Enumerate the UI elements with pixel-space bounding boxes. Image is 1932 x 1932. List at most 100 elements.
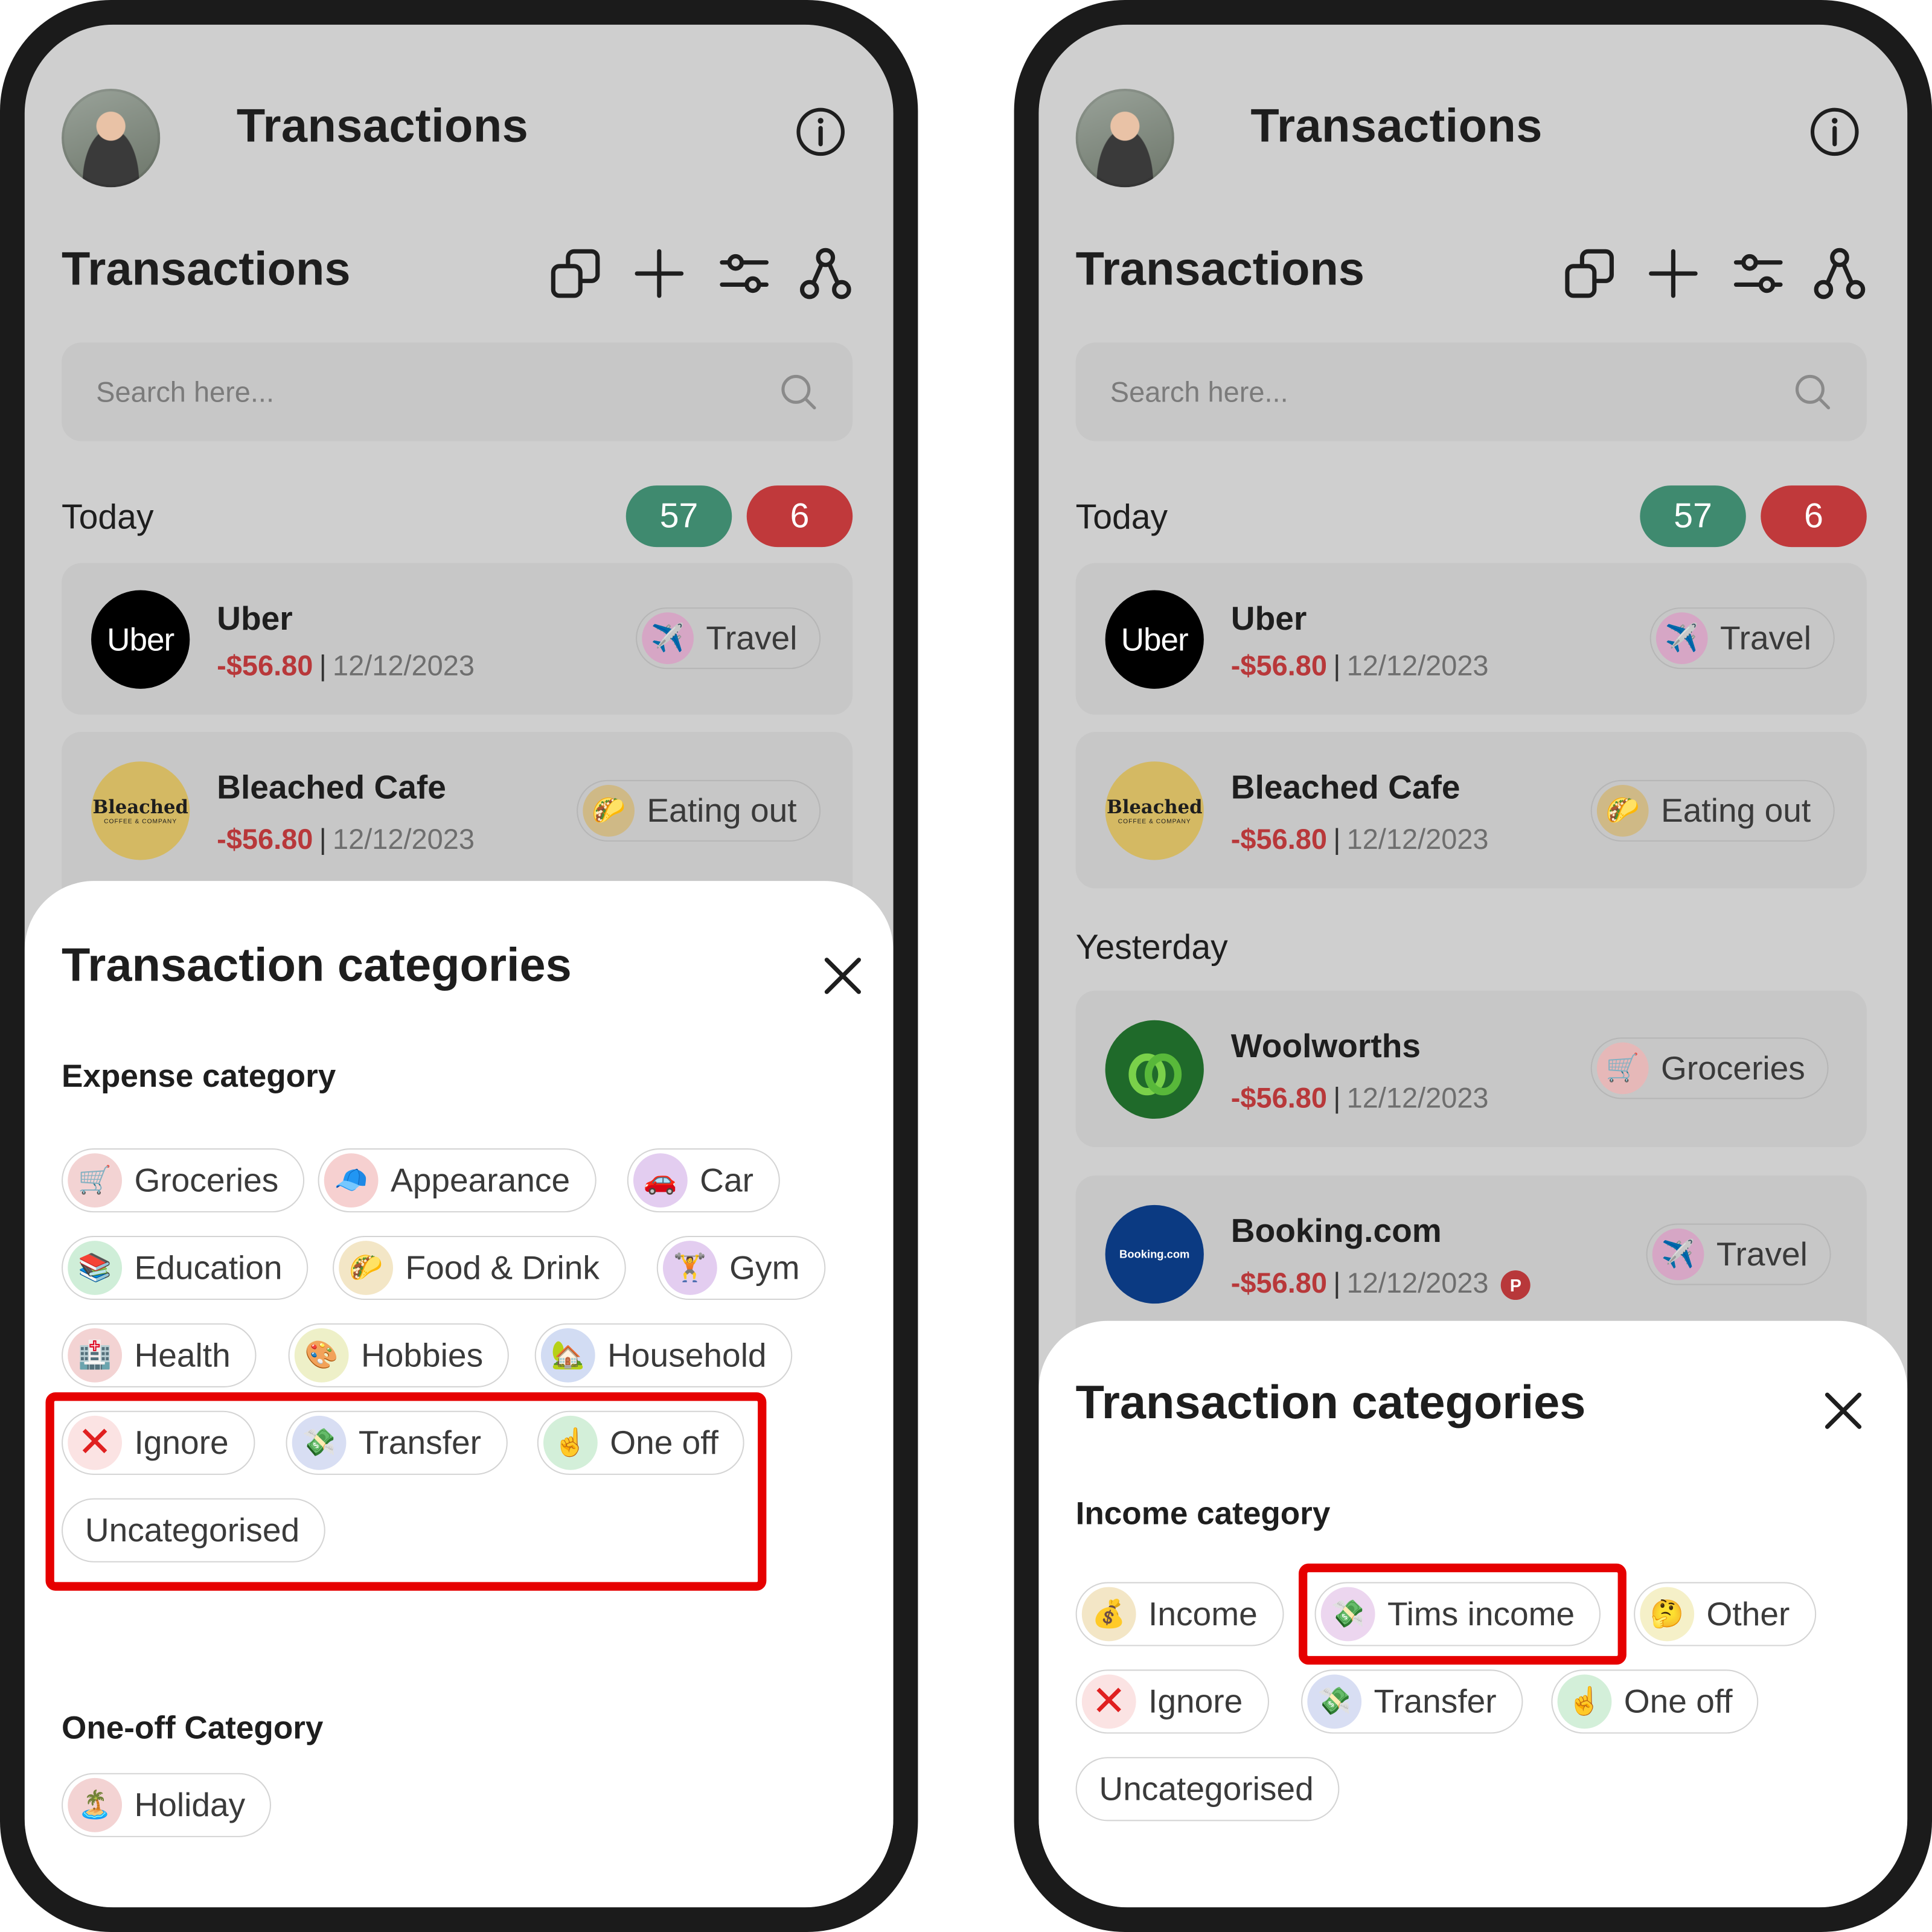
transaction-date: 12/12/2023 (333, 823, 475, 856)
search-icon[interactable] (779, 372, 818, 411)
bleached-logo-text: Bleached (1106, 796, 1203, 819)
transaction-amount: -$56.80 (1230, 823, 1327, 856)
category-chip-ignore[interactable]: ✕ Ignore (1075, 1669, 1269, 1734)
transaction-card[interactable]: Bleached COFFEE & COMPANY Bleached Cafe … (1075, 732, 1867, 889)
page-title: Transactions (1250, 101, 1543, 153)
bleached-logo: Bleached COFFEE & COMPANY (91, 761, 190, 860)
category-chip-transfer[interactable]: 💸 Transfer (1301, 1669, 1523, 1734)
category-chip-groceries[interactable]: 🛒 Groceries (62, 1148, 305, 1213)
category-chip-education[interactable]: 📚 Education (62, 1235, 309, 1300)
avatar[interactable] (62, 88, 161, 188)
transaction-card[interactable]: Uber Uber -$56.80 | 12/12/2023 ✈️ Travel (62, 563, 853, 715)
transaction-meta: -$56.80 | 12/12/2023 (1231, 823, 1489, 856)
chip-label: Health (134, 1336, 231, 1374)
category-chip-health[interactable]: 🏥 Health (62, 1323, 257, 1387)
category-chip-food-drink[interactable]: 🌮 Food & Drink (333, 1235, 625, 1300)
category-chip-uncategorised[interactable]: Uncategorised (1075, 1757, 1340, 1822)
transaction-meta: -$56.80 | 12/12/2023 (217, 650, 475, 683)
transaction-amount: -$56.80 (1230, 1266, 1327, 1299)
transaction-amount: -$56.80 (217, 649, 313, 682)
meta-separator: | (1333, 1081, 1341, 1114)
info-icon[interactable] (1809, 106, 1861, 158)
airplane-icon: ✈️ (1652, 1228, 1704, 1281)
category-chip-car[interactable]: 🚗 Car (627, 1148, 779, 1213)
search-input[interactable]: Search here... (1075, 342, 1867, 441)
money-wings-icon: 💸 (1307, 1674, 1362, 1729)
category-chip[interactable]: ✈️ Travel (1649, 607, 1835, 670)
copy-icon[interactable] (1563, 246, 1617, 301)
airplane-icon: ✈️ (642, 612, 694, 664)
highlight-box (1299, 1563, 1627, 1665)
chip-label: Household (607, 1336, 767, 1374)
category-chip-hobbies[interactable]: 🎨 Hobbies (288, 1323, 509, 1387)
meta-separator: | (319, 823, 327, 856)
one-off-category-label: One-off Category (62, 1709, 324, 1746)
categories-sheet: Transaction categories Expense category … (24, 881, 894, 1908)
transaction-card[interactable]: Woolworths -$56.80 | 12/12/2023 🛒 Grocerie… (1075, 990, 1867, 1147)
sliders-icon[interactable] (1731, 246, 1785, 301)
share-nodes-icon[interactable] (798, 246, 852, 301)
uber-logo-text: Uber (107, 620, 174, 657)
island-icon: 🏝️ (68, 1777, 123, 1832)
income-count-badge[interactable]: 57 (625, 485, 732, 548)
chip-label: Education (134, 1249, 283, 1286)
meta-separator: | (319, 649, 327, 682)
category-chip-gym[interactable]: 🏋️ Gym (656, 1235, 826, 1300)
chip-label: Hobbies (360, 1336, 484, 1374)
section-title: Transactions (1075, 244, 1365, 296)
screen-left: Transactions Transactions Search here...… (24, 24, 894, 1908)
category-chip-appearance[interactable]: 🧢 Appearance (318, 1148, 596, 1213)
cross-icon: ✕ (1081, 1674, 1136, 1729)
chip-label: Gym (729, 1249, 800, 1286)
avatar[interactable] (1075, 88, 1174, 188)
screen-right: Transactions Transactions Search here...… (1038, 24, 1908, 1908)
cart-icon: 🛒 (1596, 1042, 1649, 1095)
copy-icon[interactable] (548, 246, 603, 301)
sliders-icon[interactable] (717, 246, 772, 301)
merchant-name: Uber (217, 600, 293, 638)
close-icon[interactable] (822, 955, 863, 997)
categories-sheet: Transaction categories Income category 💰… (1038, 1320, 1908, 1908)
category-chip-holiday[interactable]: 🏝️ Holiday (62, 1773, 272, 1837)
expense-count-badge[interactable]: 6 (1761, 485, 1867, 548)
palette-icon: 🎨 (294, 1328, 349, 1383)
chip-label: Other (1706, 1595, 1790, 1633)
category-chip-one-off[interactable]: ☝️ One off (1551, 1669, 1759, 1734)
category-label: Eating out (1661, 792, 1811, 829)
category-chip[interactable]: ✈️ Travel (1646, 1223, 1831, 1285)
section-today-label: Today (62, 497, 154, 536)
category-chip-income[interactable]: 💰 Income (1075, 1582, 1284, 1646)
chip-label: Income (1148, 1595, 1258, 1633)
transaction-card[interactable]: Uber Uber -$56.80 | 12/12/2023 ✈️ Travel (1075, 563, 1867, 715)
category-label: Travel (706, 619, 798, 656)
info-icon[interactable] (795, 106, 846, 158)
search-icon[interactable] (1793, 372, 1832, 411)
pending-badge: P (1500, 1270, 1531, 1300)
bleached-logo: Bleached COFFEE & COMPANY (1105, 761, 1204, 860)
category-label: Groceries (1661, 1049, 1805, 1086)
plus-icon[interactable] (632, 246, 686, 301)
car-icon: 🚗 (633, 1153, 688, 1208)
chip-label: Ignore (1148, 1682, 1243, 1719)
cap-icon: 🧢 (324, 1153, 379, 1208)
income-count-badge[interactable]: 57 (1640, 485, 1746, 548)
chip-label: Holiday (134, 1786, 246, 1823)
sheet-title: Transaction categories (62, 940, 572, 992)
category-chip-household[interactable]: 🏡 Household (534, 1323, 793, 1387)
plus-icon[interactable] (1646, 246, 1701, 301)
transaction-card[interactable]: Bleached COFFEE & COMPANY Bleached Cafe … (62, 732, 853, 904)
category-chip[interactable]: 🌮 Eating out (577, 779, 820, 842)
uber-logo: Uber (1105, 590, 1204, 689)
category-chip[interactable]: ✈️ Travel (636, 607, 821, 670)
transaction-date: 12/12/2023 (1346, 1081, 1489, 1114)
phone-left: Transactions Transactions Search here...… (0, 0, 918, 1932)
search-input[interactable]: Search here... (62, 342, 853, 441)
bleached-logo-subtext: COFFEE & COMPANY (104, 818, 178, 826)
close-icon[interactable] (1822, 1390, 1864, 1431)
category-chip[interactable]: 🌮 Eating out (1590, 779, 1834, 842)
uber-logo: Uber (91, 590, 190, 689)
category-chip[interactable]: 🛒 Groceries (1590, 1037, 1829, 1099)
share-nodes-icon[interactable] (1812, 246, 1867, 301)
expense-count-badge[interactable]: 6 (746, 485, 853, 548)
category-chip-other[interactable]: 🤔 Other (1634, 1582, 1816, 1646)
